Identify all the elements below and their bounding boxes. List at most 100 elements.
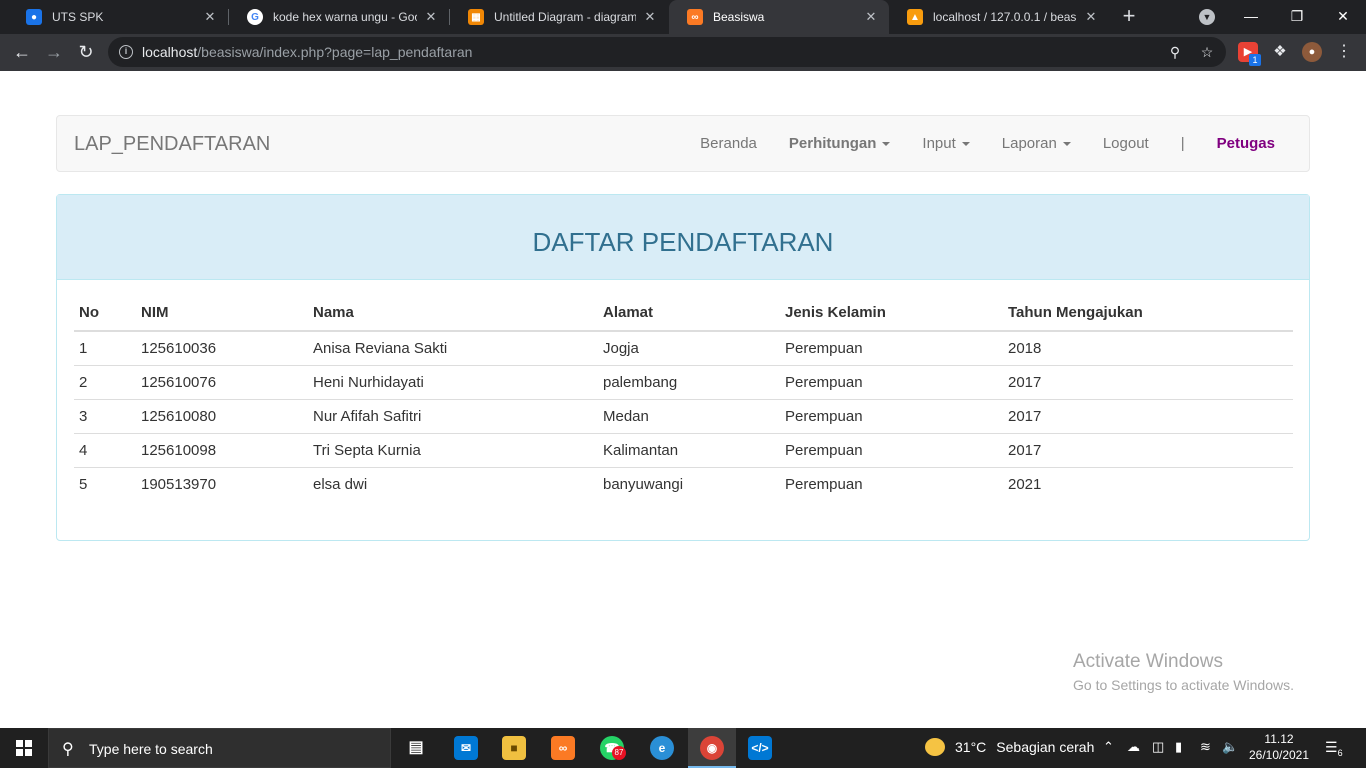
caret-down-icon (1062, 141, 1071, 146)
activate-windows-watermark: Activate Windows Go to Settings to activ… (1073, 651, 1294, 693)
tab-google-search[interactable]: G kode hex warna ungu - Goog ✕ (229, 0, 449, 34)
cell-no: 4 (74, 433, 136, 468)
tab-phpmyadmin[interactable]: ▲ localhost / 127.0.0.1 / beasisw ✕ (889, 0, 1109, 34)
start-button[interactable] (0, 728, 48, 768)
nav-perhitungan-dropdown[interactable]: Perhitungan (773, 135, 907, 152)
column-header-alamat: Alamat (598, 295, 780, 332)
nav-logout[interactable]: Logout (1087, 135, 1165, 152)
volume-icon[interactable]: 🔈 (1222, 739, 1238, 755)
weather-desc: Sebagian cerah (996, 739, 1095, 755)
vscode-icon[interactable]: </> (748, 736, 772, 760)
table-row: 5 190513970 elsa dwi banyuwangi Perempua… (74, 467, 1293, 502)
panel-heading: DAFTAR PENDAFTARAN (57, 195, 1309, 280)
whatsapp-badge: 87 (612, 746, 626, 760)
extension-badge: 1 (1249, 54, 1261, 66)
notification-center-icon[interactable]: ☰6 (1325, 739, 1343, 758)
tab-title: Beasiswa (713, 10, 765, 24)
close-icon[interactable]: ✕ (863, 9, 879, 25)
file-explorer-icon[interactable]: ■ (502, 736, 526, 760)
cell-tahun: 2018 (1008, 340, 1042, 357)
reload-icon[interactable]: ↻ (72, 39, 100, 67)
chrome-icon[interactable]: ◉ (700, 736, 724, 760)
nav-label: Perhitungan (788, 135, 877, 152)
close-window-button[interactable]: ✕ (1320, 0, 1366, 34)
browser-tab-strip: ● UTS SPK ✕ G kode hex warna ungu - Goog… (0, 0, 1366, 34)
close-icon[interactable]: ✕ (202, 9, 218, 25)
nav-links: Beranda Perhitungan Input Laporan Logout… (684, 116, 1309, 171)
nav-label: Beranda (700, 135, 757, 152)
cell-alamat: Kalimantan (598, 433, 780, 468)
system-clock[interactable]: 11.12 26/10/2021 (1248, 731, 1310, 763)
weather-widget[interactable]: 31°C Sebagian cerah (925, 738, 1094, 756)
nav-beranda[interactable]: Beranda (684, 135, 773, 152)
star-bookmark-icon[interactable]: ☆ (1198, 43, 1216, 61)
cell-no: 5 (74, 467, 136, 502)
caret-down-icon (882, 141, 891, 146)
menu-kebab-icon[interactable]: ⋮ (1334, 42, 1354, 62)
onedrive-cloud-icon[interactable]: ☁ (1127, 739, 1140, 755)
column-header-jenis-kelamin: Jenis Kelamin (780, 295, 1003, 332)
battery-icon[interactable]: ▮ (1175, 739, 1182, 755)
tab-title: UTS SPK (52, 10, 104, 24)
cell-nama: Tri Septa Kurnia (308, 433, 598, 468)
clock-date: 26/10/2021 (1248, 748, 1310, 762)
weather-temp: 31°C (955, 739, 987, 755)
tab-title: Untitled Diagram - diagrams. (494, 10, 636, 24)
restore-button[interactable]: ❐ (1274, 0, 1320, 34)
table-row: 1 125610036 Anisa Reviana Sakti Jogja Pe… (74, 331, 1293, 366)
puzzle-extensions-icon[interactable]: ❖ (1270, 42, 1290, 62)
cell-alamat: Medan (598, 399, 780, 434)
url-text: localhost/beasiswa/index.php?page=lap_pe… (142, 44, 472, 60)
column-header-nim: NIM (136, 295, 308, 332)
column-header-nama: Nama (308, 295, 598, 332)
cell-jenis-kelamin: Perempuan (780, 433, 1003, 468)
task-view-icon[interactable]: ▤ (404, 736, 428, 760)
nav-label: Logout (1102, 135, 1149, 152)
cell-nama: Anisa Reviana Sakti (313, 340, 448, 357)
clock-time: 11.12 (1264, 732, 1294, 746)
url-path: /beasiswa/index.php?page=lap_pendaftaran (197, 44, 473, 60)
cell-jenis-kelamin: Perempuan (780, 467, 1003, 502)
back-arrow-icon[interactable]: ← (8, 39, 36, 67)
cell-jenis-kelamin: Perempuan (780, 365, 1003, 400)
navbar-brand[interactable]: LAP_PENDAFTARAN (74, 133, 270, 156)
address-bar[interactable]: i localhost/beasiswa/index.php?page=lap_… (108, 37, 1226, 67)
tab-title: kode hex warna ungu - Goog (273, 10, 417, 24)
microphone-icon[interactable]: ◫ (1152, 739, 1164, 755)
tab-beasiswa[interactable]: ∞ Beasiswa ✕ (669, 0, 889, 34)
forward-arrow-icon[interactable]: → (40, 39, 68, 67)
table-row: 4 125610098 Tri Septa Kurnia Kalimantan … (74, 433, 1293, 468)
new-tab-button[interactable]: + (1117, 4, 1141, 30)
search-icon: ⚲ (62, 741, 74, 758)
google-icon: G (247, 9, 263, 25)
table-row: 2 125610076 Heni Nurhidayati palembang P… (74, 365, 1293, 400)
column-header-tahun: Tahun Mengajukan (1003, 295, 1293, 332)
watermark-title: Activate Windows (1073, 651, 1223, 672)
profile-avatar[interactable]: ● (1302, 42, 1322, 62)
nav-laporan-dropdown[interactable]: Laporan (986, 135, 1087, 152)
panel-title: DAFTAR PENDAFTARAN (532, 227, 834, 257)
mail-icon[interactable]: ✉ (454, 736, 478, 760)
nav-input-dropdown[interactable]: Input (906, 135, 985, 152)
info-icon[interactable]: i (119, 45, 133, 59)
close-icon[interactable]: ✕ (642, 9, 658, 25)
diagrams-icon: ▦ (468, 9, 484, 25)
tab-diagrams[interactable]: ▦ Untitled Diagram - diagrams. ✕ (450, 0, 668, 34)
edge-icon[interactable]: e (650, 736, 674, 760)
windows-taskbar: ⚲ Type here to search ▤ ✉ ■ ∞ ☎ 87 e ◉ <… (0, 728, 1366, 768)
close-icon[interactable]: ✕ (423, 9, 439, 25)
zoom-icon[interactable]: ⚲ (1166, 43, 1184, 61)
close-icon[interactable]: ✕ (1083, 9, 1099, 25)
tab-uts-spk[interactable]: ● UTS SPK ✕ (8, 0, 228, 34)
taskbar-search[interactable]: ⚲ Type here to search (48, 728, 391, 768)
wifi-icon[interactable]: ≋ (1200, 739, 1211, 755)
url-host: localhost (142, 44, 198, 60)
chevron-up-icon[interactable]: ⌃ (1103, 739, 1114, 755)
cell-alamat: Jogja (603, 340, 639, 357)
xampp-icon[interactable]: ∞ (551, 736, 575, 760)
cell-nim: 125610076 (136, 365, 308, 400)
cell-nama: elsa dwi (308, 467, 598, 502)
tab-search-icon[interactable]: ▼ (1199, 9, 1215, 25)
minimize-button[interactable]: — (1228, 0, 1274, 34)
nav-petugas[interactable]: Petugas (1201, 135, 1309, 152)
